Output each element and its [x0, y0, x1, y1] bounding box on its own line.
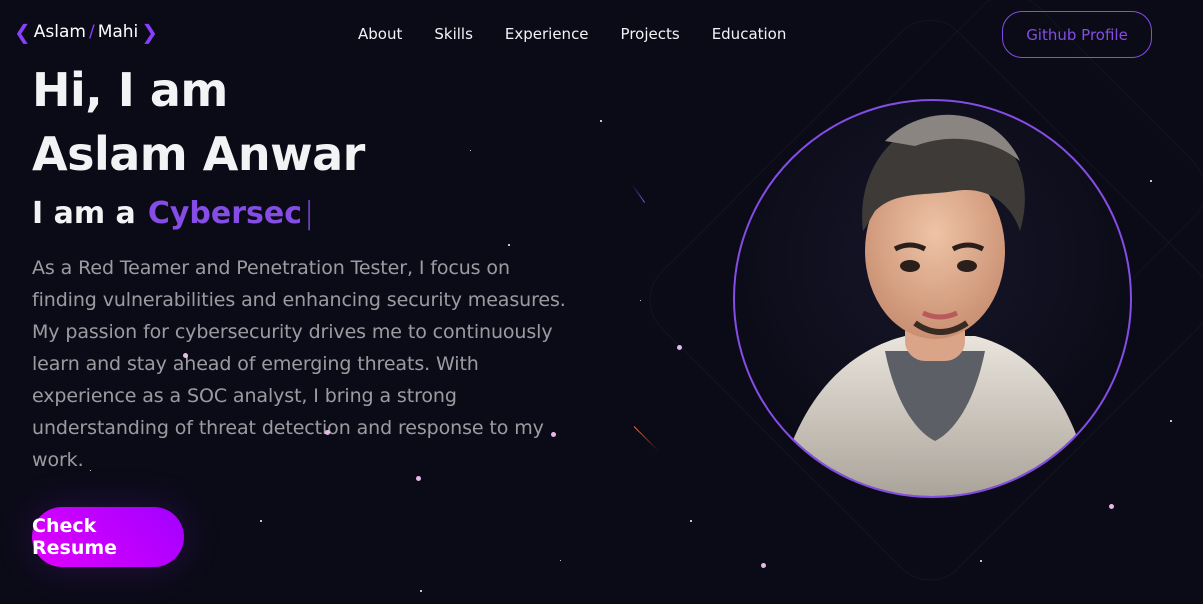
profile-avatar [733, 99, 1132, 498]
star [677, 345, 682, 350]
chevron-left-icon: ❮ [14, 20, 31, 44]
nav-link-experience[interactable]: Experience [505, 24, 589, 44]
nav-link-education[interactable]: Education [712, 24, 787, 44]
logo-first-name: Aslam [33, 22, 86, 42]
star [1109, 504, 1114, 509]
logo-second-name: Mahi [97, 22, 139, 42]
site-logo[interactable]: ❮ Aslam / Mahi ❯ [14, 22, 158, 42]
nav-link-about[interactable]: About [358, 24, 402, 44]
typewriter-line: I am a Cybersec | [32, 194, 592, 234]
star [1150, 180, 1152, 182]
main-nav: About Skills Experience Projects Educati… [358, 24, 818, 44]
nav-link-projects[interactable]: Projects [621, 24, 680, 44]
profile-portrait-illustration [775, 114, 1095, 496]
star [690, 520, 692, 522]
logo-slash: / [88, 22, 95, 42]
typewriter-prefix: I am a [32, 196, 136, 231]
star [1170, 420, 1172, 422]
right-eye-shape [957, 260, 977, 272]
typewriter-role: Cybersec [147, 196, 302, 231]
shooting-star [631, 184, 646, 203]
star [640, 300, 641, 301]
left-eye-shape [900, 260, 920, 272]
hero-name: Aslam Anwar [32, 127, 365, 181]
hero-description: As a Red Teamer and Penetration Tester, … [32, 257, 566, 471]
nav-link-skills[interactable]: Skills [434, 24, 473, 44]
star [420, 590, 422, 592]
chevron-right-icon: ❯ [141, 20, 159, 44]
star [416, 476, 421, 481]
star [560, 560, 561, 561]
top-navbar: ❮ Aslam / Mahi ❯ About Skills Experience… [0, 0, 1203, 70]
star [980, 560, 982, 562]
star [761, 563, 766, 568]
shooting-star [633, 426, 659, 451]
star [600, 120, 602, 122]
github-profile-button[interactable]: Github Profile [1002, 11, 1152, 58]
star [260, 520, 262, 522]
hero-intro: Hi, I am Aslam Anwar I am a Cybersec | A… [32, 58, 592, 476]
check-resume-button[interactable]: Check Resume [32, 507, 184, 567]
typewriter-cursor: | [304, 196, 315, 231]
